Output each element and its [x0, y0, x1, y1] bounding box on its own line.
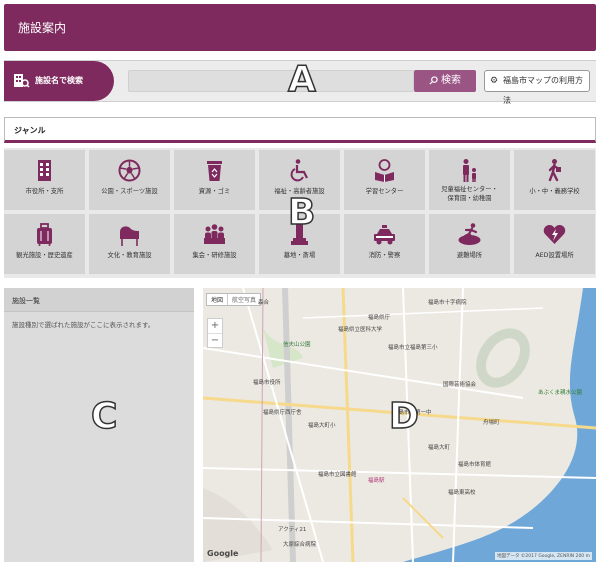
category-label: 市役所・支所 [25, 188, 64, 195]
map-roads [203, 288, 596, 562]
category-label: 墓地・斎場 [283, 252, 316, 259]
map-place-label: 福島県庁西庁舎 [263, 410, 302, 416]
category-cemetery[interactable]: 墓地・斎場 [259, 214, 340, 274]
magnifier-icon [429, 75, 438, 85]
category-label: 資源・ゴミ [198, 188, 231, 195]
piano-icon [120, 226, 139, 246]
map-place-label: 福島大町 [428, 445, 451, 451]
search-button-label: 検索 [441, 75, 461, 86]
genre-bar: ジャンル [4, 117, 596, 143]
map-place-label: 福島市立第一中 [393, 410, 432, 416]
suitcase-icon [37, 223, 52, 246]
student-icon [548, 159, 561, 182]
map-place-label: アクティ21 [278, 527, 307, 533]
category-label: 児童福祉センター・ 保育園・幼稚園 [441, 186, 498, 202]
building-search-icon [14, 74, 30, 88]
category-meeting[interactable]: 集会・研修施設 [174, 214, 255, 274]
evacuation-icon [458, 223, 481, 245]
category-label: 避難場所 [456, 252, 483, 259]
search-tab-label: 施設名で検索 [35, 76, 83, 85]
map-place-label: 福島駅 [368, 478, 385, 484]
category-tourism[interactable]: 観光施設・歴史遺産 [4, 214, 85, 274]
map-place-label: 福島市役所 [253, 380, 281, 386]
category-label: AED設置場所 [535, 252, 574, 259]
search-button[interactable]: 検索 [414, 70, 476, 92]
map-place-label: 福島県庁 [368, 315, 391, 321]
search-bar: 施設名で検索 検索 ⚙ 福島市マップの利用方法 [4, 60, 596, 105]
city-hall-icon [38, 160, 51, 181]
map-help-button[interactable]: ⚙ 福島市マップの利用方法 [484, 70, 590, 105]
map-place-label: 大原綜合病院 [283, 542, 317, 548]
map-view[interactable]: 地図 航空写真 + − 福島市十字病院 福島県庁 福島県立医科大学 信夫山公園 … [203, 288, 596, 562]
monument-icon [291, 224, 308, 245]
parent-child-icon [463, 159, 476, 182]
category-city-hall[interactable]: 市役所・支所 [4, 150, 85, 210]
category-fire-police[interactable]: 消防・警察 [344, 214, 425, 274]
category-label: 観光施設・歴史遺産 [16, 252, 73, 259]
google-logo: Google [207, 549, 239, 558]
gear-icon: ⚙ [490, 76, 499, 86]
category-schools[interactable]: 小・中・義務学校 [514, 150, 595, 210]
reading-icon [375, 159, 394, 182]
zoom-in-button[interactable]: + [208, 319, 222, 333]
map-type-control: 地図 航空写真 [206, 293, 262, 306]
map-copyright: 地図データ ©2017 Google, ZENRIN 200 m [495, 552, 592, 560]
map-type-satellite[interactable]: 航空写真 [227, 294, 260, 305]
category-recycling[interactable]: 資源・ゴミ [174, 150, 255, 210]
category-parks-sports[interactable]: 公園・スポーツ施設 [89, 150, 170, 210]
facility-list-panel: 施設一覧 施設種別で選ばれた施設がここに表示されます。 [4, 288, 194, 562]
category-culture-education[interactable]: 文化・教育施設 [89, 214, 170, 274]
category-label: 公園・スポーツ施設 [101, 188, 158, 195]
map-place-label: 信夫山公園 [283, 342, 311, 348]
page-header: 施設案内 [4, 4, 596, 51]
category-aed[interactable]: AED設置場所 [514, 214, 595, 274]
category-learning-center[interactable]: 学習センター [344, 150, 425, 210]
map-place-label: 福島市体育館 [458, 462, 492, 468]
category-label: 福祉・高齢者施設 [274, 188, 325, 195]
facility-list-placeholder: 施設種別で選ばれた施設がここに表示されます。 [12, 321, 155, 329]
zoom-control: + − [207, 318, 223, 348]
map-place-label: 福島県立医科大学 [338, 327, 383, 333]
map-place-label: 舟場町 [483, 420, 500, 426]
police-car-icon [374, 225, 395, 245]
map-help-label: 福島市マップの利用方法 [503, 76, 583, 105]
category-label: 集会・研修施設 [192, 252, 237, 259]
map-place-label: 福島大町小 [308, 423, 336, 429]
category-childcare[interactable]: 児童福祉センター・ 保育園・幼稚園 [429, 150, 510, 210]
ball-icon [118, 159, 141, 182]
map-place-label: 福島市立図書館 [318, 472, 357, 478]
search-by-name-tab[interactable]: 施設名で検索 [4, 61, 114, 101]
map-place-label: 福島市十字病院 [428, 300, 467, 306]
category-label: 小・中・義務学校 [529, 188, 580, 195]
page-title: 施設案内 [18, 21, 67, 35]
facility-name-input[interactable] [128, 70, 414, 92]
category-evacuation[interactable]: 避難場所 [429, 214, 510, 274]
category-label: 文化・教育施設 [107, 252, 152, 259]
people-icon [204, 224, 225, 244]
category-welfare[interactable]: 福祉・高齢者施設 [259, 150, 340, 210]
map-place-label: 国際芸術協会 [443, 382, 477, 388]
recycle-bin-icon [207, 161, 222, 181]
map-place-label: 福島東高校 [448, 490, 476, 496]
map-place-label: 福島市立福島第三小 [388, 345, 438, 351]
aed-heart-icon [543, 225, 566, 244]
map-type-roadmap[interactable]: 地図 [207, 294, 227, 305]
category-label: 消防・警察 [368, 252, 401, 259]
map-place-label: 森合 [258, 300, 270, 306]
facility-list-title: 施設一覧 [4, 288, 194, 312]
category-label: 学習センター [365, 188, 404, 195]
zoom-out-button[interactable]: − [208, 333, 222, 347]
wheelchair-icon [290, 159, 308, 182]
map-place-label: あぶくま親水公園 [538, 390, 583, 396]
category-grid: 市役所・支所 公園・スポーツ施設 資源・ゴミ 福祉・高齢者施設 学習センター 児… [4, 148, 596, 278]
genre-label: ジャンル [14, 126, 46, 135]
